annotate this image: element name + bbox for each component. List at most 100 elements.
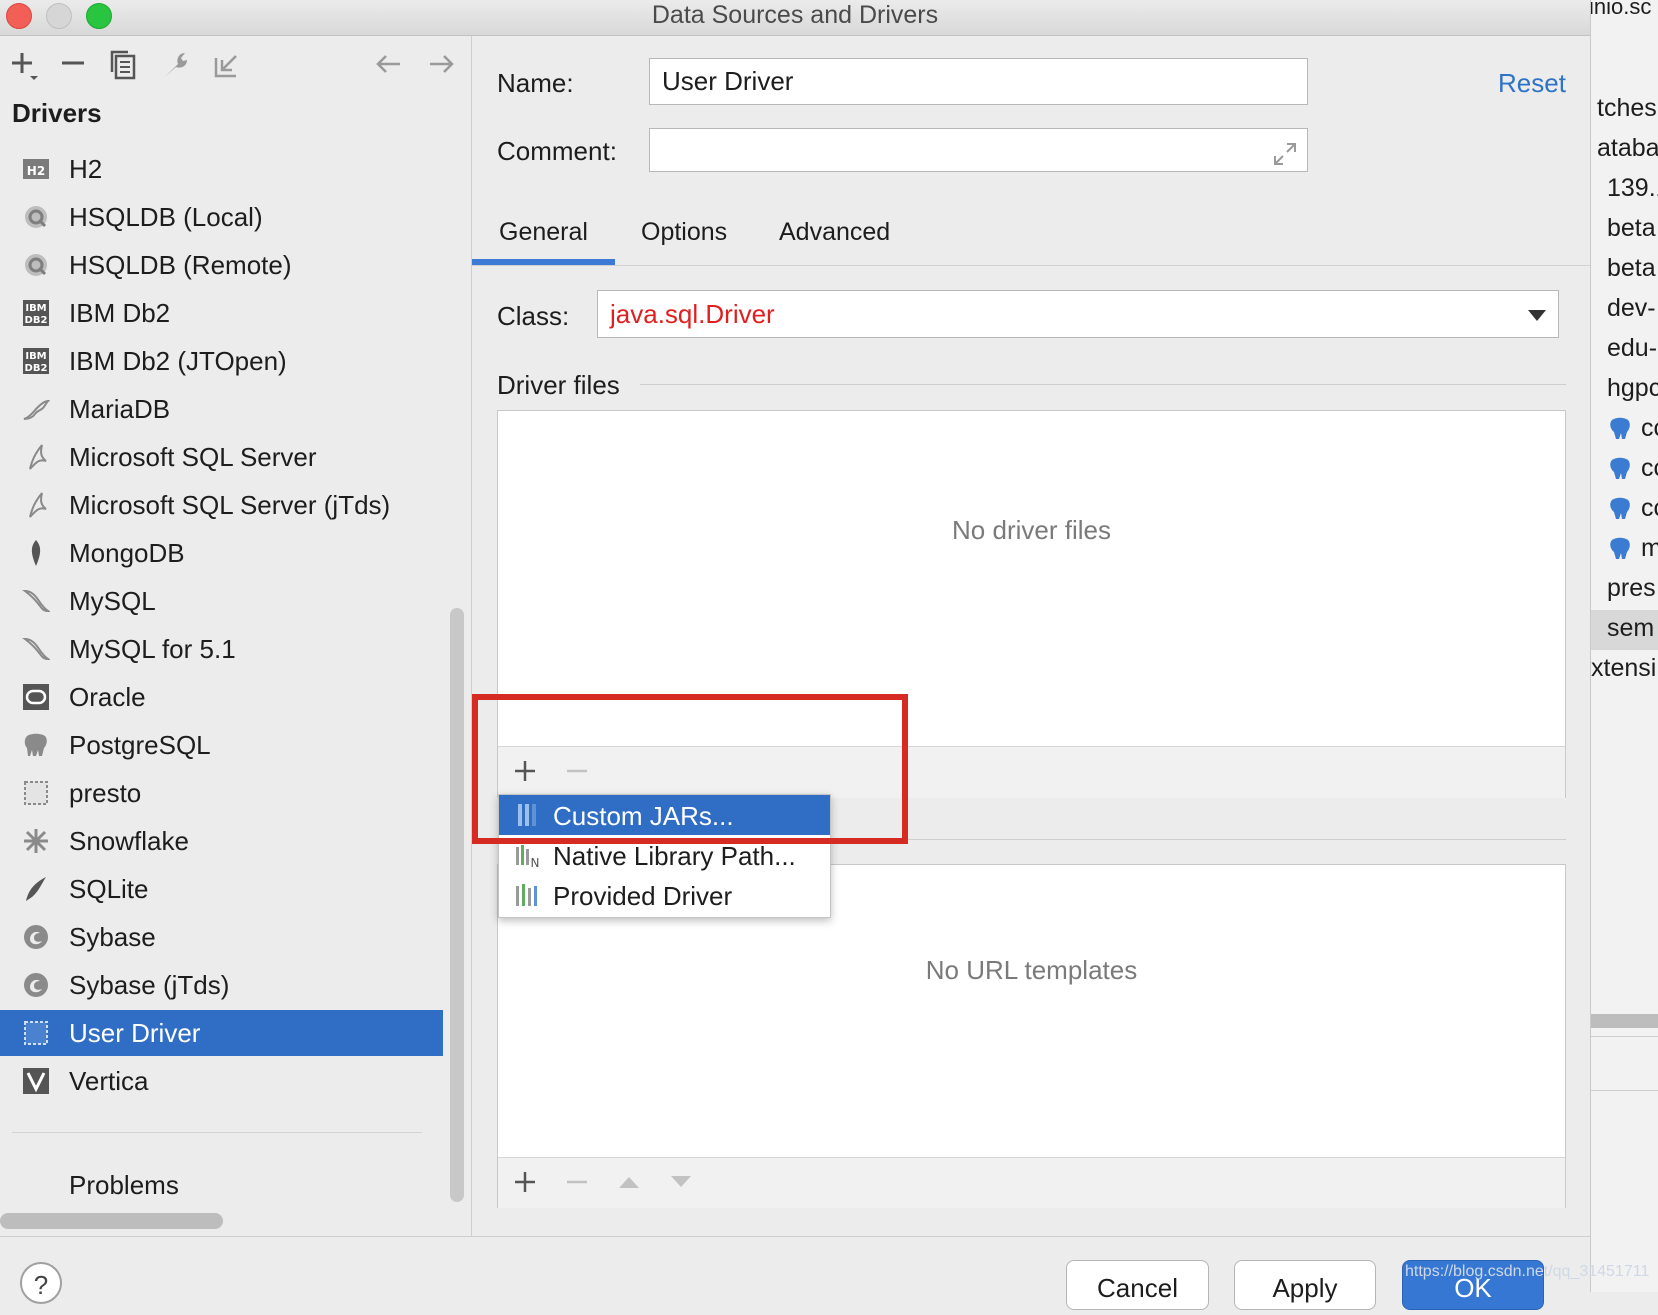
sidebar-item-ibm-db2[interactable]: IBM DB2 IBM Db2 — [0, 290, 443, 336]
sidebar-item-hsqldb-remote[interactable]: HSQLDB (Remote) — [0, 242, 443, 288]
background-row: m — [1641, 534, 1658, 563]
sidebar-item-presto[interactable]: presto — [0, 770, 443, 816]
postgresql-icon — [1610, 417, 1630, 439]
background-row: xtensi — [1591, 654, 1657, 682]
h2-icon: H2 — [23, 159, 49, 179]
background-row: cc — [1641, 414, 1658, 442]
sidebar-item-user-driver[interactable]: User Driver — [0, 1010, 443, 1056]
sidebar-item-sybase[interactable]: Sybase — [0, 914, 443, 960]
import-icon[interactable] — [212, 46, 242, 82]
background-row: hgpc — [1607, 374, 1658, 402]
background-row: tches — [1597, 94, 1657, 122]
sidebar-item-sqlite[interactable]: SQLite — [0, 866, 443, 912]
sidebar-item-label: SQLite — [69, 874, 149, 904]
sidebar-item-vertica[interactable]: Vertica — [0, 1058, 443, 1104]
expand-icon[interactable] — [1271, 140, 1299, 168]
drivers-horizontal-scrollbar[interactable] — [0, 1213, 223, 1229]
name-input[interactable]: User Driver — [649, 58, 1308, 105]
sidebar-item-sybase-jtds[interactable]: Sybase (jTds) — [0, 962, 443, 1008]
sidebar-item-label: Sybase — [69, 922, 156, 952]
sidebar-item-snowflake[interactable]: Snowflake — [0, 818, 443, 864]
sidebar-item-label: MySQL for 5.1 — [69, 634, 236, 664]
sidebar-item-label: MySQL — [69, 586, 156, 616]
driver-files-empty-text: No driver files — [952, 515, 1111, 545]
wrench-icon[interactable] — [160, 46, 190, 82]
move-down-icon[interactable] — [668, 1169, 694, 1195]
ibm-db2-icon: IBMDB2 — [23, 348, 49, 374]
sidebar-item-label: MariaDB — [69, 394, 171, 424]
move-up-icon[interactable] — [616, 1169, 642, 1195]
sidebar-item-microsoft-sql-server[interactable]: Microsoft SQL Server — [0, 434, 443, 480]
ibm-db2-icon: IBMDB2 — [23, 300, 49, 326]
sidebar-item-h2[interactable]: H2 H2 — [0, 146, 443, 192]
remove-url-icon[interactable] — [564, 1169, 590, 1195]
sidebar-item-label: IBM Db2 — [69, 298, 171, 328]
sidebar-item-label: Vertica — [69, 1066, 149, 1096]
sidebar-item-label: HSQLDB (Remote) — [69, 250, 292, 280]
mariadb-icon — [23, 399, 50, 420]
postgresql-icon — [1610, 537, 1630, 559]
name-label: Name: — [497, 68, 574, 98]
sidebar-item-microsoft-sql-server-jtds[interactable]: Microsoft SQL Server (jTds) — [0, 482, 443, 528]
add-icon[interactable] — [8, 46, 38, 82]
background-row: cc — [1641, 454, 1658, 482]
menu-item-provided-driver[interactable]: Provided Driver — [499, 875, 830, 915]
sidebar-item-label: Microsoft SQL Server — [69, 442, 317, 472]
snowflake-icon — [24, 829, 48, 853]
arrow-left-icon[interactable] — [374, 46, 404, 82]
cancel-button[interactable]: Cancel — [1066, 1260, 1209, 1310]
sidebar-item-label: Snowflake — [69, 826, 189, 856]
url-templates-empty-text: No URL templates — [925, 955, 1138, 985]
url-templates-toolbar — [498, 1157, 1565, 1208]
svg-text:IBM: IBM — [25, 303, 46, 314]
sidebar-item-label: PostgreSQL — [69, 730, 211, 760]
sidebar-item-hsqldb-local[interactable]: HSQLDB (Local) — [0, 194, 443, 240]
class-select[interactable]: java.sql.Driver — [597, 290, 1559, 338]
sidebar-item-mysql-for-5-1[interactable]: MySQL for 5.1 — [0, 626, 443, 672]
svg-text:H2: H2 — [27, 164, 45, 178]
copy-icon[interactable] — [108, 46, 138, 82]
background-divider — [1591, 1090, 1658, 1091]
generic-driver-icon — [24, 1021, 48, 1045]
tab-options[interactable]: Options — [641, 218, 727, 247]
highlight-annotation — [472, 694, 908, 844]
problems-item[interactable]: Problems — [69, 1170, 179, 1201]
background-window: inio.sc tches ataba 139.1 beta beta dev-… — [1590, 0, 1658, 1292]
native-library-icon: N — [516, 845, 540, 867]
hsqldb-icon — [25, 206, 47, 228]
background-row: ataba — [1597, 134, 1658, 162]
drivers-vertical-scrollbar[interactable] — [450, 608, 464, 1202]
add-url-icon[interactable] — [512, 1169, 538, 1195]
provided-driver-icon — [516, 884, 537, 906]
sidebar-item-mysql[interactable]: MySQL — [0, 578, 443, 624]
remove-icon[interactable] — [58, 46, 88, 82]
sidebar-item-postgresql[interactable]: PostgreSQL — [0, 722, 443, 768]
sidebar-item-ibm-db2-jtopen[interactable]: IBM DB2 IBM Db2 (JTOpen) — [0, 338, 443, 384]
sidebar-item-label: IBM Db2 (JTOpen) — [69, 346, 287, 376]
arrow-right-icon[interactable] — [426, 46, 456, 82]
chevron-down-icon[interactable] — [1528, 310, 1546, 321]
mongodb-icon — [31, 540, 41, 566]
mysql-icon — [22, 589, 50, 613]
comment-label: Comment: — [497, 136, 617, 166]
background-scrollbar — [1591, 1014, 1658, 1028]
driver-files-divider — [640, 384, 1566, 385]
sidebar-item-label: presto — [69, 778, 142, 808]
tab-advanced[interactable]: Advanced — [779, 218, 890, 247]
sidebar-item-label: Oracle — [69, 682, 146, 712]
sybase-icon — [24, 973, 48, 997]
background-row: beta — [1607, 254, 1656, 282]
comment-input[interactable] — [649, 128, 1308, 172]
tab-general[interactable]: General — [499, 218, 588, 247]
postgresql-icon — [1610, 497, 1630, 519]
sybase-icon — [24, 925, 48, 949]
oracle-icon — [23, 684, 49, 710]
reset-link[interactable]: Reset — [1498, 68, 1566, 99]
svg-text:N: N — [531, 856, 540, 867]
sidebar-item-mongodb[interactable]: MongoDB — [0, 530, 443, 576]
sidebar-item-oracle[interactable]: Oracle — [0, 674, 443, 720]
apply-button[interactable]: Apply — [1234, 1260, 1376, 1310]
sidebar-item-mariadb[interactable]: MariaDB — [0, 386, 443, 432]
background-row: edu- — [1607, 334, 1658, 362]
help-button[interactable]: ? — [20, 1262, 62, 1304]
